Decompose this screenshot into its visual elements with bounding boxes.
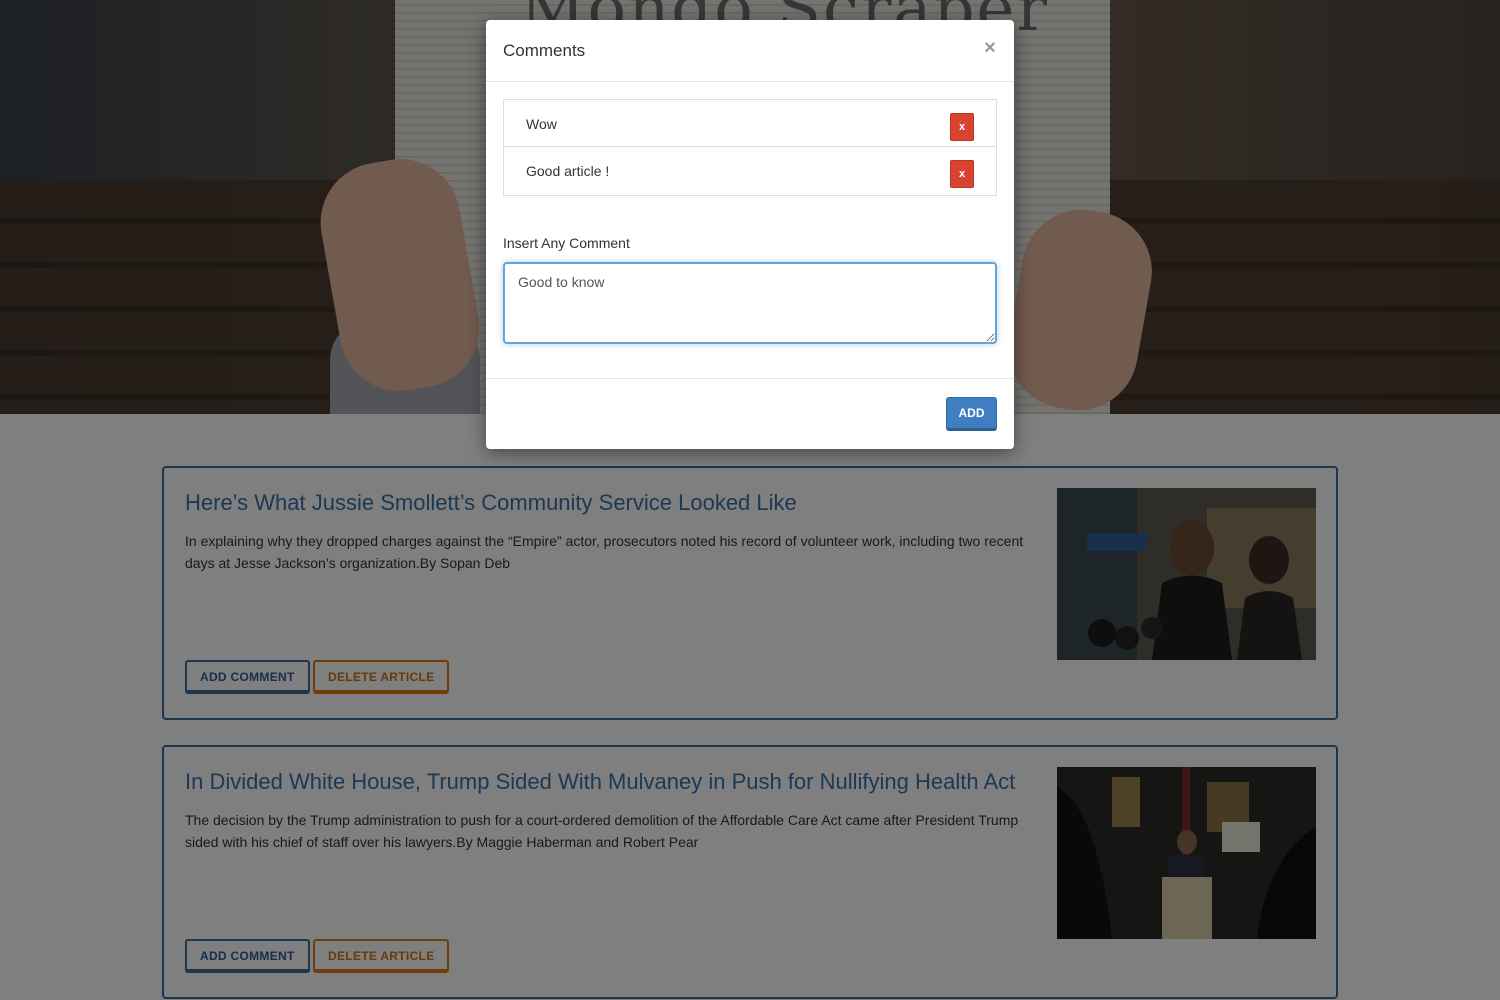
comment-text: Wow (526, 116, 557, 132)
add-button[interactable]: ADD (946, 397, 997, 431)
comment-item: Good article ! x (503, 146, 997, 196)
comment-item: Wow x (503, 99, 997, 147)
delete-comment-button[interactable]: x (950, 160, 974, 188)
modal-header: Comments × (486, 20, 1014, 82)
modal-title: Comments (503, 41, 586, 60)
comment-text: Good article ! (526, 163, 610, 179)
comments-modal: Comments × Wow x Good article ! x Insert… (486, 20, 1014, 449)
close-icon[interactable]: × (980, 36, 1000, 60)
modal-footer: ADD (486, 378, 1014, 450)
comment-input[interactable]: Good to know (503, 262, 997, 344)
insert-comment-label: Insert Any Comment (503, 235, 630, 251)
delete-comment-button[interactable]: x (950, 113, 974, 141)
comment-list: Wow x Good article ! x (503, 99, 997, 196)
